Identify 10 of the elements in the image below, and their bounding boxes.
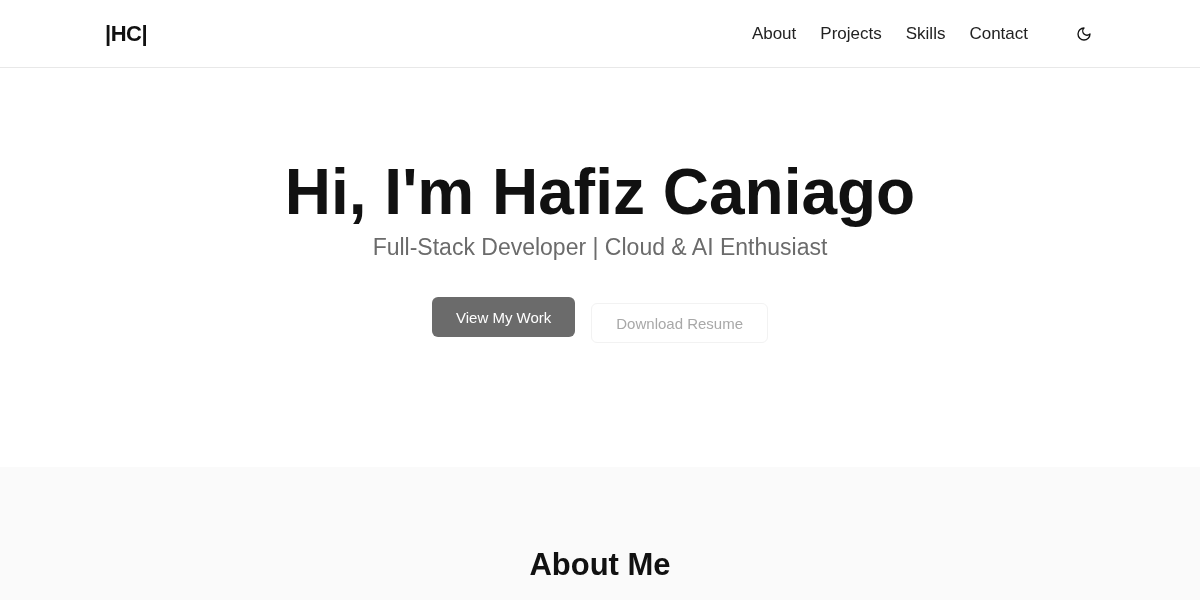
- nav-link[interactable]: About: [751, 23, 797, 44]
- hero-subtitle: Full-Stack Developer | Cloud & AI Enthusiast: [372, 234, 828, 261]
- section-title: About Me: [529, 547, 671, 584]
- nav-link[interactable]: Skills: [905, 23, 946, 44]
- moon-icon: [1076, 25, 1092, 42]
- nav-link[interactable]: Contact: [969, 23, 1028, 44]
- view-work-button[interactable]: View My Work: [432, 297, 576, 337]
- logo[interactable]: |HC|: [105, 20, 148, 47]
- hero-title: Hi, I'm Hafiz Caniago: [284, 156, 916, 228]
- nav-link[interactable]: Projects: [820, 23, 882, 44]
